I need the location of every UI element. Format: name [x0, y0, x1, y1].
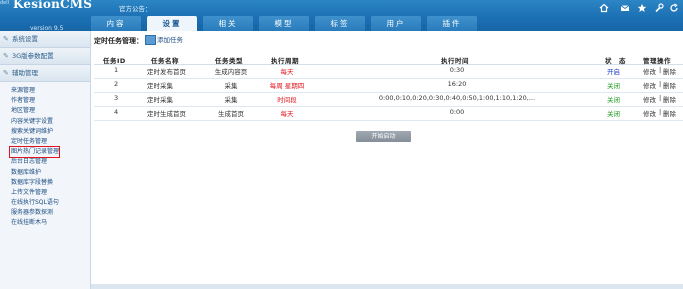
action-separator: | — [659, 94, 662, 102]
edit-link[interactable]: 修改 — [643, 108, 656, 118]
tab-related[interactable]: 相关 — [203, 16, 253, 31]
cell-time: 0:00 — [449, 108, 465, 116]
add-task-icon — [145, 35, 156, 45]
sidebar-section-label: 3G版参数配置 — [12, 52, 54, 60]
wrench-icon[interactable] — [654, 3, 664, 13]
sidebar-item-upload-files[interactable]: 上传文件管理 — [11, 188, 59, 198]
tab-plugins[interactable]: 插件 — [427, 16, 477, 31]
sidebar-item-db-maintenance[interactable]: 数据库维护 — [11, 168, 59, 178]
star-icon[interactable] — [637, 3, 647, 13]
delete-link[interactable]: 删除 — [663, 94, 676, 104]
delete-link[interactable]: 删除 — [663, 66, 676, 76]
sidebar-item-server-probe[interactable]: 服务器参数探测 — [11, 208, 59, 218]
page-title: 定时任务管理： — [94, 37, 143, 45]
sidebar-item-keyword-settings[interactable]: 内容关键字设置 — [11, 117, 59, 127]
cell-status: 关闭 — [607, 96, 620, 104]
tab-settings[interactable]: 设置 — [147, 16, 197, 31]
sidebar-item-search-keywords[interactable]: 搜索关键词维护 — [11, 127, 59, 137]
sidebar-section-label: 系统设置 — [12, 35, 38, 43]
tab-model[interactable]: 模型 — [259, 16, 309, 31]
home-icon[interactable] — [599, 3, 609, 13]
app-logo: KesionCMS — [13, 0, 93, 11]
sidebar-item-trojan-scan[interactable]: 在线挂断木马 — [11, 218, 59, 228]
pencil-icon: ✎ — [3, 52, 9, 60]
logo-caption: dell — [0, 0, 10, 6]
pencil-icon: ✎ — [3, 35, 9, 43]
tab-tags[interactable]: 标签 — [315, 16, 365, 31]
sidebar-item-db-field-replace[interactable]: 数据库字段替换 — [11, 178, 59, 188]
action-separator: | — [659, 108, 662, 116]
tab-users[interactable]: 用户 — [371, 16, 421, 31]
sidebar-item-sql[interactable]: 在线执行SQL语句 — [11, 198, 59, 208]
official-notice: 官方公告： — [119, 5, 152, 13]
cell-time: 0:00,0:10,0:20,0:30,0:40,0:50,1:00,1:10,… — [378, 94, 536, 102]
edit-link[interactable]: 修改 — [643, 66, 656, 76]
start-button[interactable]: 开始启动 — [356, 131, 411, 142]
action-separator: | — [659, 80, 662, 88]
cell-status: 开启 — [607, 68, 620, 76]
cell-status: 关闭 — [607, 110, 620, 118]
main-tabs: 内容 设置 相关 模型 标签 用户 插件 — [91, 16, 483, 31]
delete-link[interactable]: 删除 — [663, 108, 676, 118]
edit-link[interactable]: 修改 — [643, 80, 656, 90]
refresh-icon[interactable] — [669, 3, 679, 13]
add-task-label: 添加任务 — [157, 36, 183, 44]
footer-bar — [91, 284, 683, 289]
tab-content[interactable]: 内容 — [91, 16, 141, 31]
cell-time: 0:30 — [449, 66, 465, 74]
highlight-box — [9, 146, 60, 158]
cell-status: 关闭 — [607, 82, 620, 90]
delete-link[interactable]: 删除 — [663, 80, 676, 90]
action-separator: | — [659, 66, 662, 74]
add-task-button[interactable]: 添加任务 — [145, 34, 183, 45]
sidebar-item-logs[interactable]: 后台日志管理 — [11, 157, 59, 167]
sidebar-section-3g-config[interactable]: ✎ 3G版参数配置 — [0, 48, 90, 65]
edit-link[interactable]: 修改 — [643, 94, 656, 104]
mail-icon[interactable] — [620, 3, 630, 13]
sidebar-section-system-settings[interactable]: ✎ 系统设置 — [0, 31, 90, 48]
cell-time: 16:20 — [447, 80, 467, 88]
